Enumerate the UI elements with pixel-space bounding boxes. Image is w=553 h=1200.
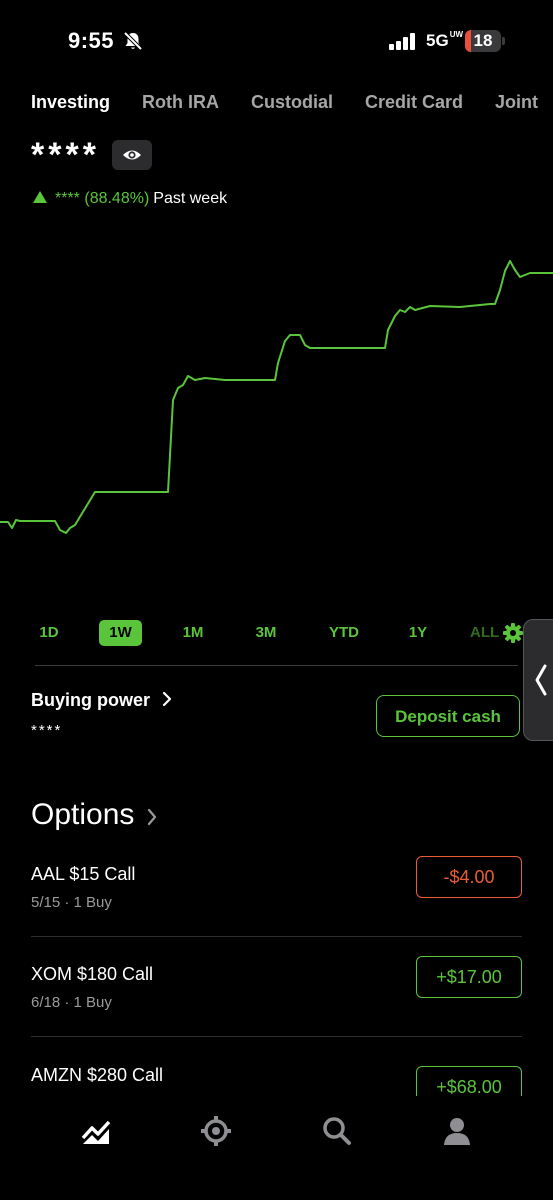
search-icon[interactable] (320, 1114, 354, 1148)
option-detail: 5/15 · 1 Buy (31, 894, 112, 911)
tab-joint[interactable]: Joint (495, 92, 538, 113)
range-all[interactable]: ALL (470, 620, 502, 646)
range-selector: 1D 1W 1M 3M YTD 1Y ALL (0, 620, 553, 646)
portfolio-value: **** (31, 136, 100, 174)
option-pl-badge[interactable]: +$68.00 (416, 1066, 522, 1096)
buying-power[interactable]: Buying power **** (31, 690, 172, 739)
chart-series-line (0, 260, 553, 534)
option-detail: 6/18 · 1 Buy (31, 994, 112, 1011)
range-1m[interactable]: 1M (172, 620, 214, 646)
option-name: AMZN $280 Call (31, 1065, 164, 1085)
network-label: 5GUW (426, 30, 464, 51)
change-period: Past week (153, 190, 228, 207)
chevron-left-icon (535, 664, 547, 696)
range-1w[interactable]: 1W (99, 620, 142, 646)
option-row-xom[interactable]: XOM $180 Call 6/18 · 1 Buy +$17.00 (31, 956, 522, 1064)
chevron-right-icon[interactable] (146, 808, 158, 831)
option-name: AAL $15 Call (31, 864, 136, 884)
bell-slash-icon (122, 30, 144, 57)
change-percent: (88.48%) (84, 190, 150, 207)
tab-custodial[interactable]: Custodial (251, 92, 333, 113)
side-panel-handle[interactable] (523, 619, 553, 741)
range-ytd[interactable]: YTD (322, 620, 366, 646)
signal-icon (389, 32, 417, 50)
buying-power-label: Buying power (31, 690, 151, 710)
portfolio-chart[interactable] (0, 260, 553, 610)
deposit-cash-button[interactable]: Deposit cash (376, 695, 520, 737)
chevron-right-icon (162, 691, 172, 712)
range-3m[interactable]: 3M (245, 620, 287, 646)
tab-roth-ira[interactable]: Roth IRA (142, 92, 219, 113)
account-icon[interactable] (440, 1114, 474, 1148)
battery-level: 18 (473, 31, 493, 50)
tab-credit-card[interactable]: Credit Card (365, 92, 463, 113)
crypto-icon[interactable] (199, 1114, 233, 1148)
option-pl-badge[interactable]: +$17.00 (416, 956, 522, 998)
portfolio-header: **** (31, 136, 153, 174)
range-1y[interactable]: 1Y (398, 620, 438, 646)
change-value: **** (55, 190, 80, 207)
divider (35, 665, 518, 666)
option-row-aal[interactable]: AAL $15 Call 5/15 · 1 Buy -$4.00 (31, 856, 522, 964)
status-bar: 9:55 5GUW 18 (0, 0, 553, 80)
buying-power-value: **** (31, 722, 63, 740)
tab-investing[interactable]: Investing (31, 92, 110, 113)
bottom-nav (0, 1096, 553, 1200)
portfolio-change: **** (88.48%) Past week (33, 190, 227, 208)
option-pl-badge[interactable]: -$4.00 (416, 856, 522, 898)
chart-icon[interactable] (79, 1114, 113, 1148)
range-1d[interactable]: 1D (30, 620, 68, 646)
option-name: XOM $180 Call (31, 964, 154, 984)
battery-tip (502, 37, 505, 45)
options-title[interactable]: Options (31, 798, 134, 832)
option-row-amzn[interactable]: AMZN $280 Call +$68.00 (31, 1065, 522, 1096)
toggle-visibility-button[interactable] (112, 140, 153, 170)
account-tabs: Investing Roth IRA Custodial Credit Card Joi… (31, 92, 553, 113)
divider (31, 1036, 522, 1037)
eye-icon (123, 150, 142, 160)
gear-icon[interactable] (502, 622, 524, 649)
network-badge: UW (449, 30, 464, 39)
status-time: 9:55 (68, 28, 115, 53)
battery-icon: 18 (465, 30, 501, 52)
divider (31, 936, 522, 937)
triangle-up-icon (33, 191, 47, 203)
